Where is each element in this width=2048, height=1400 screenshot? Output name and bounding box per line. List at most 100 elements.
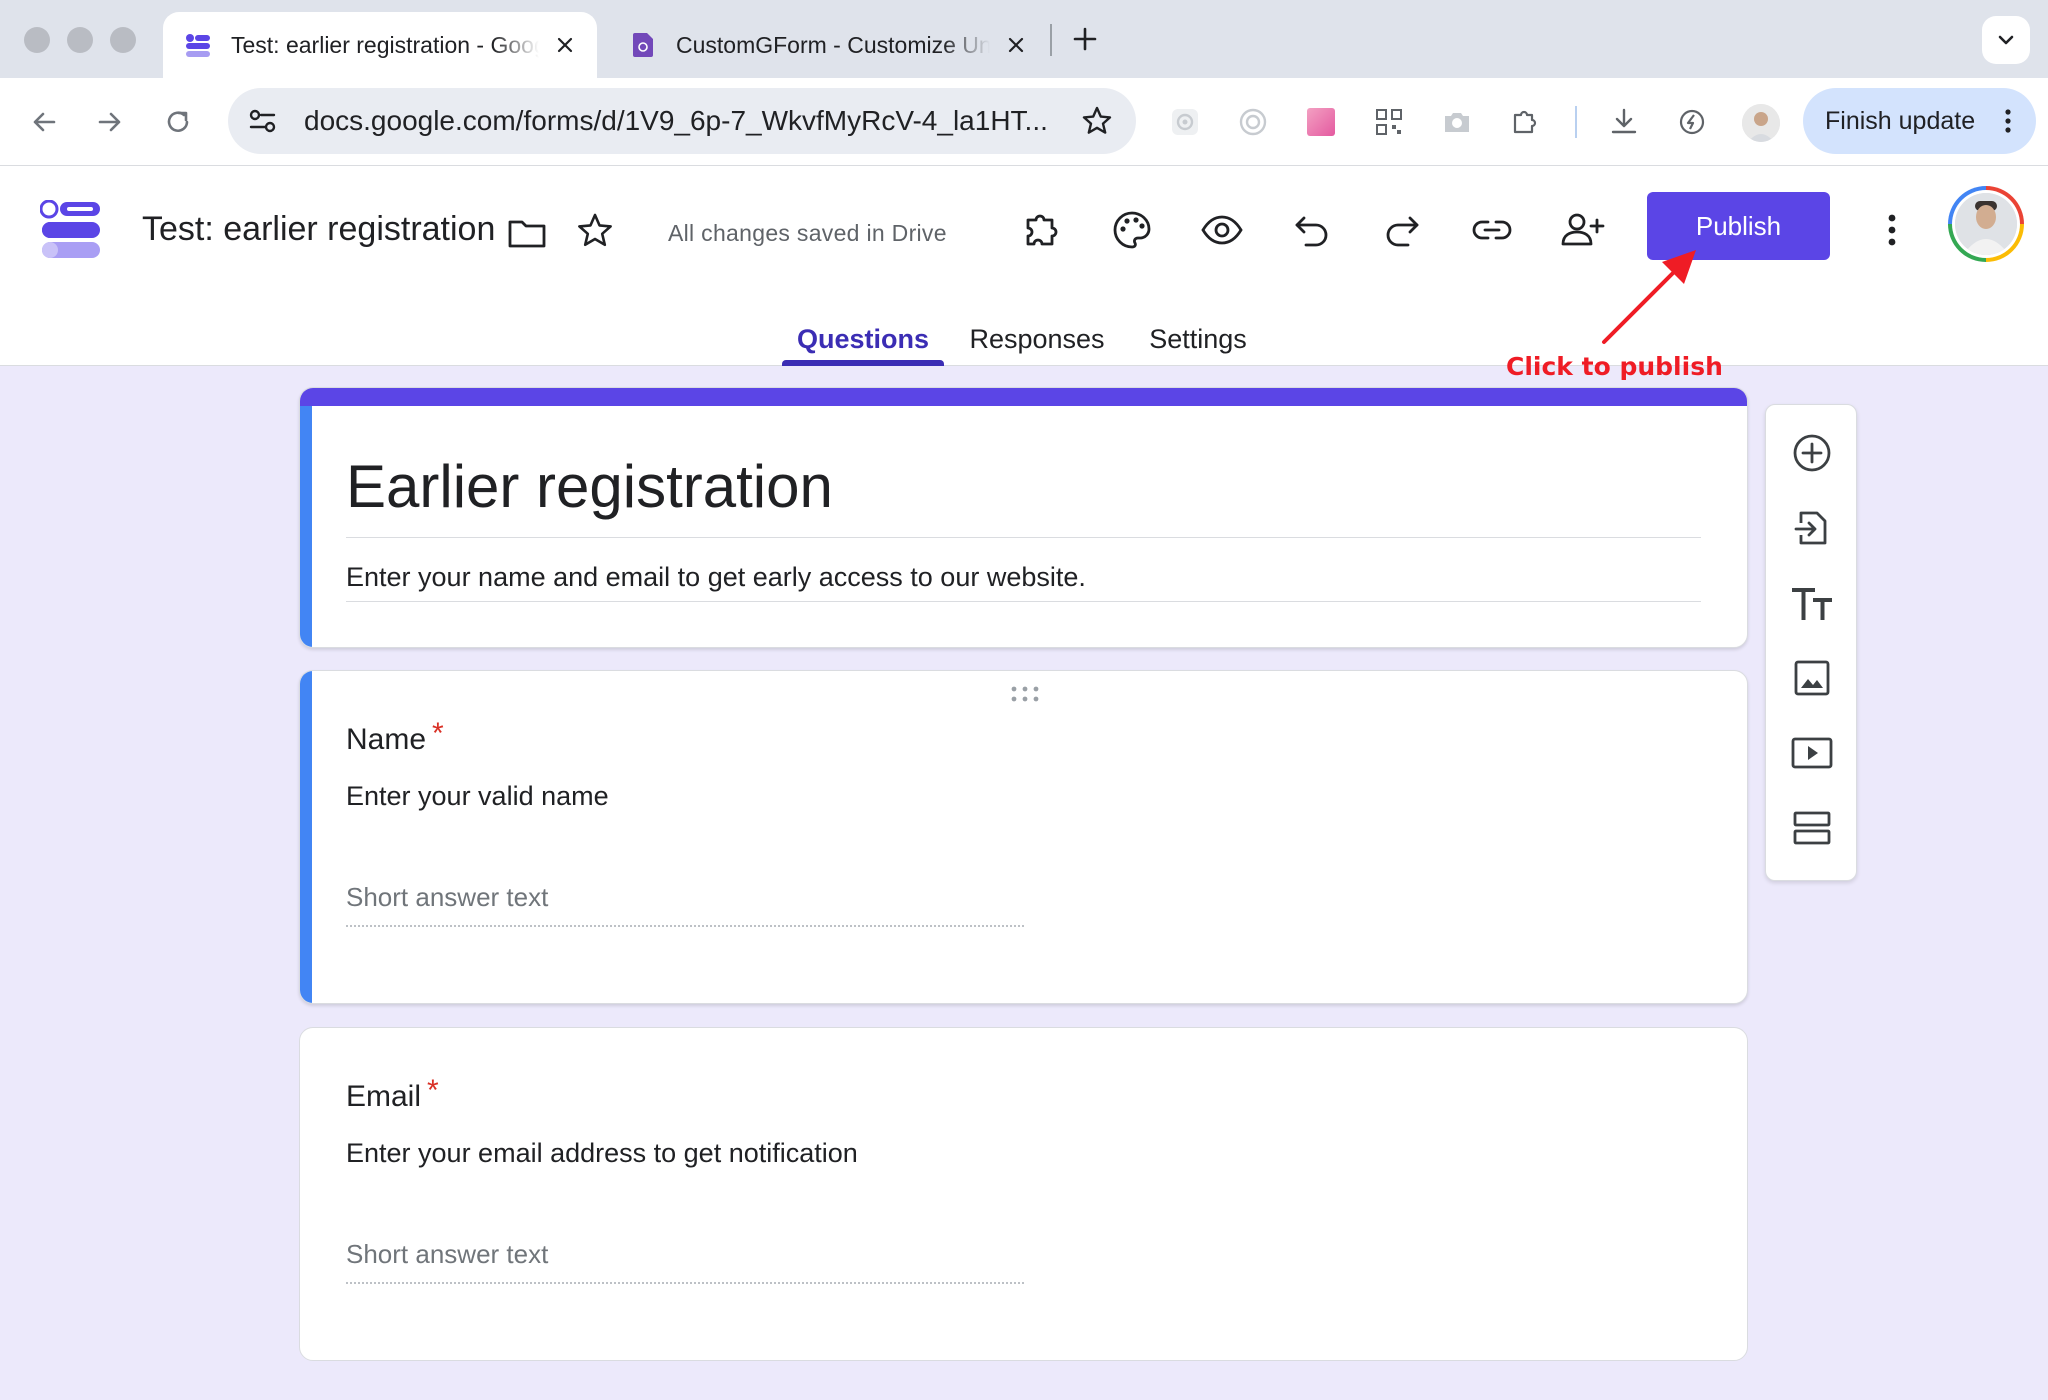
annotation-arrow-icon — [1602, 250, 1696, 344]
tab-title: CustomGForm - Customize Unlimited Google… — [676, 31, 990, 58]
required-asterisk: * — [432, 717, 444, 750]
close-tab-icon[interactable] — [553, 33, 577, 57]
customgform-favicon-icon — [633, 33, 653, 57]
short-answer-placeholder: Short answer text — [346, 1239, 549, 1269]
window-minimize-button[interactable] — [67, 27, 93, 53]
window-close-button[interactable] — [24, 27, 50, 53]
question-toolbar — [1765, 404, 1857, 881]
google-forms-favicon-icon — [186, 34, 210, 57]
reload-icon — [167, 111, 189, 132]
finish-update-button[interactable]: Finish update — [1803, 88, 2036, 154]
redo-button[interactable] — [1378, 206, 1426, 254]
required-asterisk: * — [427, 1074, 439, 1107]
browser-profile-avatar[interactable] — [1742, 104, 1780, 142]
form-section-tabs: Questions Responses Settings — [0, 306, 2048, 366]
site-info-icon[interactable] — [246, 104, 280, 138]
answer-underline — [346, 925, 1024, 927]
extension-5-button[interactable] — [1439, 104, 1475, 140]
star-icon[interactable] — [574, 210, 616, 252]
extension-1-button[interactable] — [1167, 104, 1203, 140]
toolbar-separator — [1575, 106, 1577, 138]
browser-tab-forms[interactable]: Test: earlier registration - Google Form… — [163, 12, 597, 78]
more-vert-icon — [2005, 109, 2011, 133]
user-photo-icon — [1955, 193, 2017, 255]
forms-app-header: Test: earlier registration All changes s… — [0, 166, 2048, 366]
form-description[interactable]: Enter your name and email to get early a… — [346, 562, 1086, 593]
add-title-button[interactable] — [1788, 579, 1836, 627]
address-bar[interactable]: docs.google.com/forms/d/1V9_6p-7_WkvfMyR… — [228, 88, 1136, 154]
energy-saver-icon — [1679, 109, 1705, 135]
arrow-left-icon — [33, 112, 56, 132]
chevron-down-icon — [1998, 35, 2014, 45]
annotation-label: Click to publish — [1506, 352, 1723, 381]
extensions-menu-button[interactable] — [1507, 104, 1543, 140]
add-video-button[interactable] — [1788, 729, 1836, 777]
import-questions-button[interactable] — [1788, 504, 1836, 552]
description-underline — [346, 601, 1701, 602]
back-button[interactable] — [22, 100, 66, 144]
question-card-name[interactable]: Name * Enter your valid name Short answer… — [299, 670, 1748, 1004]
add-section-icon — [1793, 811, 1831, 845]
active-indicator — [300, 406, 312, 647]
title-underline — [346, 537, 1701, 538]
bookmark-star-icon[interactable] — [1080, 104, 1114, 138]
question-description[interactable]: Enter your email address to get notifica… — [346, 1138, 858, 1169]
tab-questions[interactable]: Questions — [782, 306, 944, 366]
document-title[interactable]: Test: earlier registration — [142, 210, 496, 249]
browser-tab-customgform[interactable]: CustomGForm - Customize Unlimited Google… — [608, 12, 1048, 78]
extension-3-button[interactable] — [1303, 104, 1339, 140]
eye-icon — [1201, 215, 1243, 245]
reload-button[interactable] — [156, 100, 200, 144]
theme-color-bar — [300, 388, 1747, 406]
camera-icon — [1445, 113, 1469, 132]
tab-separator — [1050, 24, 1052, 56]
download-icon — [1611, 108, 1637, 134]
question-title[interactable]: Email * — [346, 1074, 439, 1114]
question-title[interactable]: Name * — [346, 717, 444, 757]
window-zoom-button[interactable] — [110, 27, 136, 53]
customize-theme-button[interactable] — [1108, 206, 1156, 254]
question-title-text: Name — [346, 723, 427, 756]
downloads-button[interactable] — [1606, 104, 1642, 140]
account-avatar[interactable] — [1948, 186, 2024, 262]
profile-photo-icon — [1742, 104, 1780, 142]
performance-button[interactable] — [1674, 104, 1710, 140]
more-options-button[interactable] — [1872, 206, 1912, 254]
copy-link-button[interactable] — [1468, 206, 1516, 254]
extension-gear-icon — [1172, 109, 1198, 135]
extension-2-button[interactable] — [1235, 104, 1271, 140]
drag-handle-icon[interactable] — [1010, 685, 1040, 703]
tab-search-button[interactable] — [1982, 16, 2030, 64]
import-questions-icon — [1794, 511, 1827, 545]
add-question-icon — [1793, 434, 1831, 472]
browser-tab-strip: Test: earlier registration - Google Form… — [0, 0, 2048, 78]
form-title[interactable]: Earlier registration — [346, 452, 833, 521]
short-answer-placeholder: Short answer text — [346, 882, 549, 912]
url-text[interactable]: docs.google.com/forms/d/1V9_6p-7_WkvfMyR… — [304, 105, 1064, 137]
add-section-button[interactable] — [1788, 804, 1836, 852]
tab-settings[interactable]: Settings — [1138, 306, 1258, 366]
palette-icon — [1113, 211, 1151, 249]
add-ons-button[interactable] — [1018, 206, 1066, 254]
answer-underline — [346, 1282, 1024, 1284]
undo-icon — [1295, 216, 1328, 247]
forward-button[interactable] — [88, 100, 132, 144]
move-to-folder-icon[interactable] — [506, 212, 548, 254]
add-title-icon — [1792, 588, 1832, 620]
question-card-email[interactable]: Email * Enter your email address to get n… — [299, 1027, 1748, 1361]
form-title-card[interactable]: Earlier registration Enter your name and… — [299, 387, 1748, 648]
google-forms-logo-icon[interactable] — [40, 200, 102, 260]
puzzle-piece-icon — [1513, 110, 1537, 134]
extension-gradient-icon — [1307, 108, 1335, 136]
new-tab-plus-icon[interactable] — [1068, 22, 1102, 56]
add-image-button[interactable] — [1788, 654, 1836, 702]
preview-button[interactable] — [1198, 206, 1246, 254]
add-video-icon — [1791, 737, 1833, 769]
question-description[interactable]: Enter your valid name — [346, 781, 609, 812]
close-tab-icon[interactable] — [1004, 33, 1028, 57]
tab-responses[interactable]: Responses — [962, 306, 1112, 366]
save-status-text: All changes saved in Drive — [668, 220, 947, 246]
undo-button[interactable] — [1288, 206, 1336, 254]
add-question-button[interactable] — [1788, 429, 1836, 477]
extension-4-button[interactable] — [1371, 104, 1407, 140]
